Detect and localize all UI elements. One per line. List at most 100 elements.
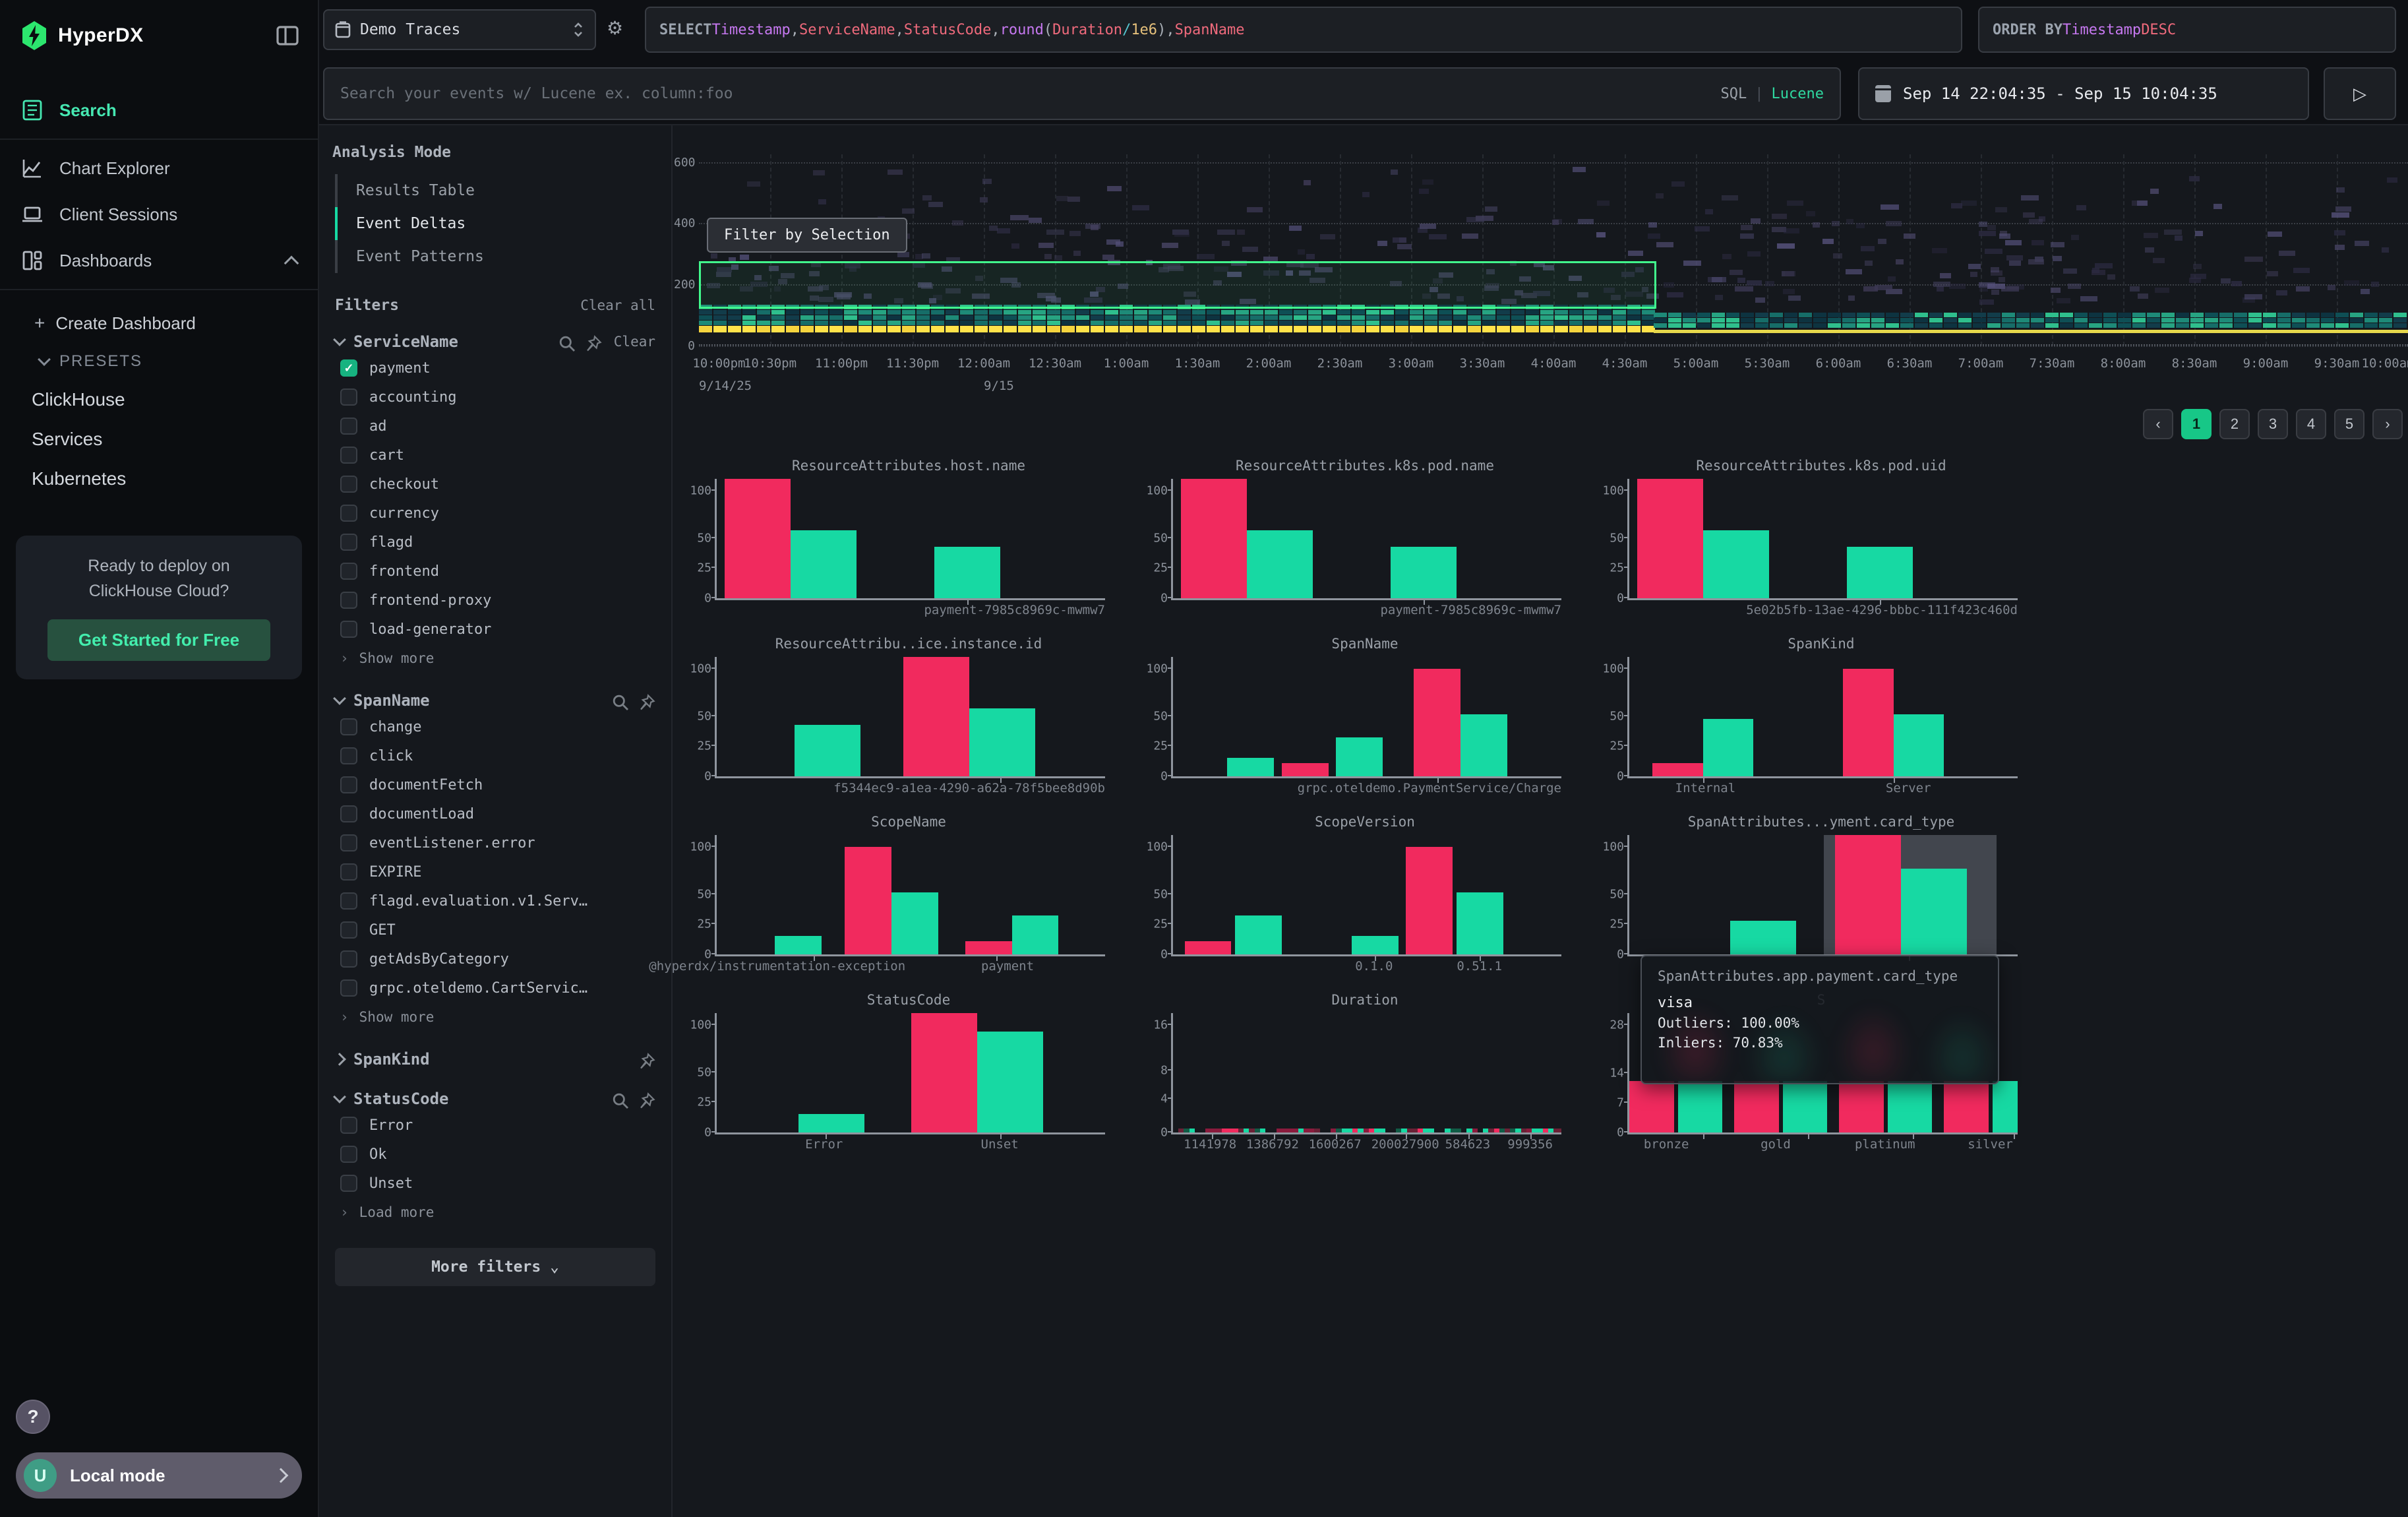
checkbox[interactable] — [340, 418, 357, 435]
pin-icon[interactable] — [638, 692, 655, 709]
filter-option-grpc-oteldemo-cartservic-[interactable]: grpc.oteldemo.CartServic… — [332, 974, 658, 1003]
bar-red[interactable] — [1944, 1081, 1989, 1132]
filter-option-documentload[interactable]: documentLoad — [332, 799, 658, 828]
filter-option-getadsbycategory[interactable]: getAdsByCategory — [332, 944, 658, 974]
sidebar-item-clickhouse[interactable]: ClickHouse — [0, 380, 318, 419]
checkbox[interactable] — [340, 1146, 357, 1163]
bar-red[interactable] — [903, 657, 969, 776]
bar-green[interactable] — [1227, 758, 1274, 776]
load-more-button[interactable]: ›Load more — [332, 1198, 658, 1227]
checkbox[interactable] — [340, 979, 357, 997]
bar-green[interactable] — [1457, 892, 1503, 954]
bar-red[interactable] — [1734, 1081, 1779, 1132]
filter-option-payment[interactable]: ✓payment — [332, 354, 658, 383]
prev-page-button[interactable]: ‹ — [2143, 409, 2173, 439]
filter-by-selection-button[interactable]: Filter by Selection — [707, 218, 907, 253]
filter-group-title[interactable]: SpanKind — [353, 1050, 629, 1068]
checkbox[interactable] — [340, 921, 357, 939]
bar-red[interactable] — [1835, 835, 1901, 954]
checkbox[interactable] — [340, 950, 357, 968]
bar-red[interactable] — [845, 847, 891, 954]
sidebar-item-search[interactable]: Search — [0, 87, 318, 133]
checkbox[interactable] — [340, 534, 357, 551]
heatmap-plot[interactable]: Filter by Selection — [699, 154, 2408, 346]
sidebar-item-dashboards[interactable]: Dashboards — [0, 237, 318, 284]
gear-icon[interactable]: ⚙ — [607, 17, 623, 39]
filter-option-click[interactable]: click — [332, 741, 658, 770]
bar-green[interactable] — [1993, 1081, 2018, 1132]
bar-red[interactable] — [1629, 1081, 1674, 1132]
checkbox[interactable] — [340, 834, 357, 851]
page-button-1[interactable]: 1 — [2181, 409, 2212, 439]
checkbox[interactable] — [340, 776, 357, 793]
bar-green[interactable] — [1352, 936, 1399, 954]
filter-option-currency[interactable]: currency — [332, 499, 658, 528]
bar-green[interactable] — [1847, 547, 1913, 598]
bar-green[interactable] — [977, 1032, 1043, 1132]
sql-toggle[interactable]: SQL — [1721, 86, 1747, 102]
bar-green[interactable] — [1703, 719, 1754, 776]
page-button-5[interactable]: 5 — [2334, 409, 2364, 439]
bar-red[interactable] — [911, 1013, 977, 1132]
bar-red[interactable] — [1843, 669, 1894, 776]
local-mode-button[interactable]: U Local mode — [16, 1452, 302, 1499]
bar-green[interactable] — [891, 892, 938, 954]
filter-option-ok[interactable]: Ok — [332, 1140, 658, 1169]
filter-option-change[interactable]: change — [332, 712, 658, 741]
bar-red[interactable] — [1414, 669, 1460, 776]
bar-green[interactable] — [1247, 530, 1313, 598]
bar-red[interactable] — [1181, 479, 1247, 598]
sidebar-item-chart-explorer[interactable]: Chart Explorer — [0, 145, 318, 191]
checkbox[interactable] — [340, 563, 357, 580]
filter-option-expire[interactable]: EXPIRE — [332, 857, 658, 886]
checkbox[interactable] — [340, 388, 357, 406]
bar-red[interactable] — [965, 941, 1012, 954]
bar-green[interactable] — [775, 936, 822, 954]
page-button-2[interactable]: 2 — [2219, 409, 2250, 439]
page-button-4[interactable]: 4 — [2296, 409, 2326, 439]
clear-all-button[interactable]: Clear all — [580, 297, 655, 313]
bar-green[interactable] — [1703, 530, 1769, 598]
checkbox[interactable] — [340, 718, 357, 735]
filter-option-flagd[interactable]: flagd — [332, 528, 658, 557]
sidebar-item-services[interactable]: Services — [0, 419, 318, 459]
bar-red[interactable] — [1185, 941, 1232, 954]
checkbox[interactable] — [340, 892, 357, 910]
filter-group-title[interactable]: StatusCode — [353, 1090, 603, 1108]
checkbox[interactable] — [340, 476, 357, 493]
filter-group-title[interactable]: SpanName — [353, 691, 603, 710]
checkbox[interactable] — [340, 805, 357, 822]
source-select[interactable]: Demo Traces — [323, 9, 596, 50]
checkbox[interactable] — [340, 447, 357, 464]
checkbox[interactable] — [340, 505, 357, 522]
clear-filter-button[interactable]: Clear — [614, 334, 655, 350]
filter-option-cart[interactable]: cart — [332, 441, 658, 470]
pin-icon[interactable] — [638, 1090, 655, 1107]
filter-option-unset[interactable]: Unset — [332, 1169, 658, 1198]
bar-red[interactable] — [1652, 763, 1703, 776]
checkbox[interactable] — [340, 592, 357, 609]
selection-box[interactable] — [699, 261, 1656, 309]
help-button[interactable]: ? — [16, 1400, 50, 1434]
select-query-input[interactable]: SELECT Timestamp, ServiceName, StatusCod… — [645, 7, 1962, 53]
checkbox[interactable] — [340, 863, 357, 881]
daterange-picker[interactable]: Sep 14 22:04:35 - Sep 15 10:04:35 — [1858, 67, 2309, 120]
pin-icon[interactable] — [585, 333, 602, 350]
analysis-mode-item-event-patterns[interactable]: Event Patterns — [335, 240, 658, 273]
sidebar-item-kubernetes[interactable]: Kubernetes — [0, 459, 318, 499]
checkbox-checked[interactable]: ✓ — [340, 359, 357, 377]
bar-green[interactable] — [1460, 714, 1507, 776]
bar-green[interactable] — [1783, 1081, 1828, 1132]
bar-green[interactable] — [798, 1114, 864, 1132]
presets-toggle[interactable]: PRESETS — [0, 343, 318, 380]
bar-green[interactable] — [934, 547, 1000, 598]
filter-group-title[interactable]: ServiceName — [353, 332, 549, 351]
run-query-button[interactable]: ▷ — [2324, 67, 2396, 120]
checkbox[interactable] — [340, 1175, 357, 1192]
bar-red[interactable] — [1637, 479, 1703, 598]
pin-icon[interactable] — [638, 1051, 655, 1068]
more-filters-button[interactable]: More filters ⌄ — [335, 1248, 655, 1286]
bar-green[interactable] — [795, 725, 860, 776]
sidebar-item-client-sessions[interactable]: Client Sessions — [0, 191, 318, 237]
filter-option-eventlistener-error[interactable]: eventListener.error — [332, 828, 658, 857]
